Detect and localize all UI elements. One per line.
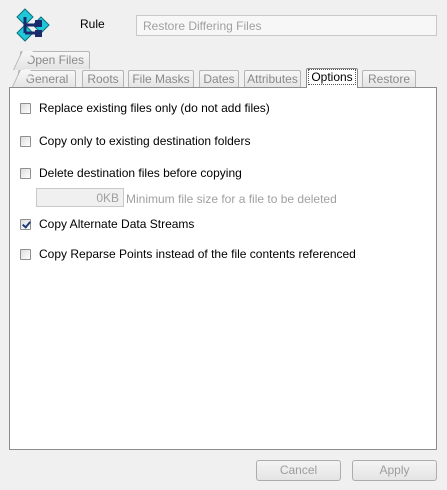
min-size-input[interactable]: 0KB xyxy=(36,188,124,207)
replace-existing-option[interactable]: Replace existing files only (do not add … xyxy=(20,100,270,116)
tab-label: Options xyxy=(308,69,356,85)
copy-existing-folders-option[interactable]: Copy only to existing destination folder… xyxy=(20,133,250,149)
tab-label: Open Files xyxy=(25,53,85,67)
delete-before-copy-option[interactable]: Delete destination files before copying xyxy=(20,165,242,181)
delete-before-copy-label: Delete destination files before copying xyxy=(39,166,242,180)
delete-before-copy-checkbox[interactable] xyxy=(20,167,31,179)
copy-existing-folders-checkbox[interactable] xyxy=(20,135,31,147)
tab-attributes[interactable]: Attributes xyxy=(244,70,301,88)
tab-label: File Masks xyxy=(132,72,190,86)
sync-rule-icon xyxy=(16,8,50,42)
tab-open-files[interactable]: Open Files xyxy=(13,51,90,70)
replace-existing-checkbox[interactable] xyxy=(20,102,31,114)
alternate-streams-option[interactable]: Copy Alternate Data Streams xyxy=(20,216,194,232)
tab-file-masks[interactable]: File Masks xyxy=(128,70,194,88)
alternate-streams-checkbox[interactable] xyxy=(20,218,31,230)
reparse-points-checkbox[interactable] xyxy=(20,248,31,260)
reparse-points-option[interactable]: Copy Reparse Points instead of the file … xyxy=(20,246,356,262)
alternate-streams-label: Copy Alternate Data Streams xyxy=(39,217,195,231)
apply-button[interactable]: Apply xyxy=(352,460,437,481)
reparse-points-label: Copy Reparse Points instead of the file … xyxy=(39,247,356,261)
rule-label: Rule xyxy=(80,17,105,31)
cancel-button[interactable]: Cancel xyxy=(256,460,341,481)
tab-options[interactable]: Options xyxy=(306,68,358,88)
tab-dates[interactable]: Dates xyxy=(199,70,239,88)
tab-roots[interactable]: Roots xyxy=(82,70,124,88)
tab-label: Attributes xyxy=(247,72,298,86)
tab-label: Dates xyxy=(203,72,235,86)
tab-general[interactable]: General xyxy=(11,70,76,89)
tab-label: Roots xyxy=(87,72,119,86)
tab-restore[interactable]: Restore xyxy=(362,70,416,88)
options-panel: Replace existing files only (do not add … xyxy=(9,87,437,450)
copy-existing-folders-label: Copy only to existing destination folder… xyxy=(39,134,251,148)
replace-existing-label: Replace existing files only (do not add … xyxy=(39,101,270,115)
tab-label: Restore xyxy=(367,72,411,86)
tab-label: General xyxy=(25,72,69,86)
min-size-hint: Minimum file size for a file to be delet… xyxy=(126,192,337,206)
rule-name-field[interactable]: Restore Differing Files xyxy=(136,15,437,36)
